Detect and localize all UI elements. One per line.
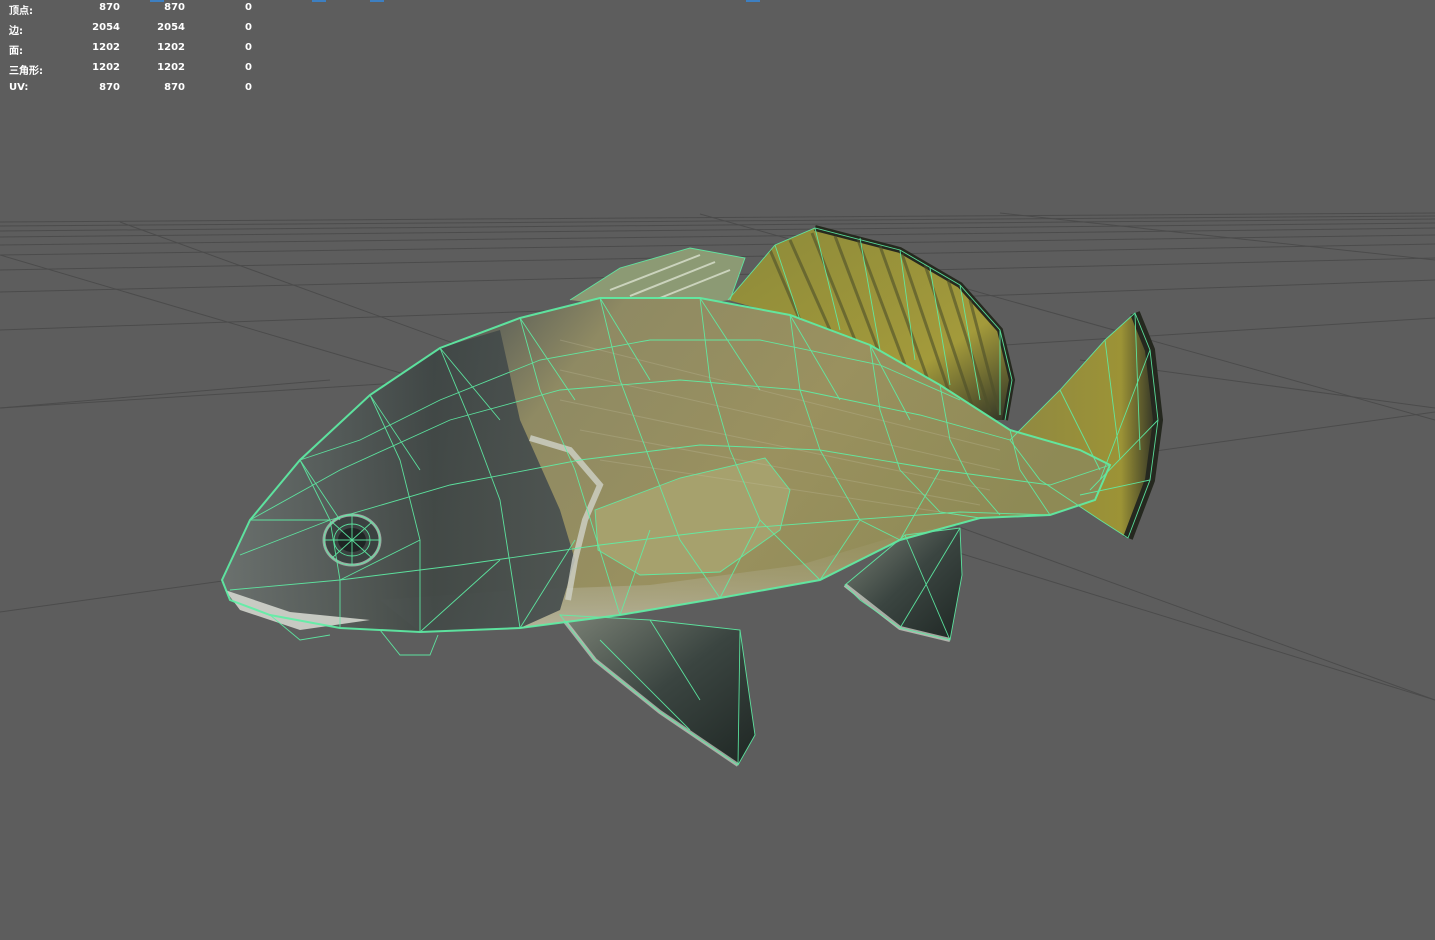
hud-row-uvs: UV: 870 870 0 (0, 80, 270, 100)
hud-row-edges: 边: 2054 2054 0 (0, 20, 270, 40)
hud-value: 870 (99, 2, 120, 13)
hud-value: 0 (245, 2, 252, 13)
hud-row-triangles: 三角形: 1202 1202 0 (0, 60, 270, 80)
poly-count-hud: 顶点: 870 870 0 边: 2054 2054 0 面: 1202 120… (0, 0, 270, 100)
hud-label: 三角形: (9, 66, 43, 77)
hud-value: 870 (164, 82, 185, 93)
scene-canvas[interactable] (0, 0, 1435, 940)
hud-row-vertices: 顶点: 870 870 0 (0, 0, 270, 20)
hud-value: 0 (245, 82, 252, 93)
hud-value: 1202 (157, 42, 185, 53)
hud-value: 1202 (157, 62, 185, 73)
hud-value: 0 (245, 22, 252, 33)
hud-value: 870 (164, 2, 185, 13)
hud-label: 面: (9, 46, 23, 57)
hud-row-faces: 面: 1202 1202 0 (0, 40, 270, 60)
pelvic-fin-left (558, 613, 755, 767)
3d-viewport[interactable]: 顶点: 870 870 0 边: 2054 2054 0 面: 1202 120… (0, 0, 1435, 940)
hud-value: 870 (99, 82, 120, 93)
hud-label: UV: (9, 82, 29, 93)
hud-label: 边: (9, 26, 23, 37)
hud-value: 1202 (92, 62, 120, 73)
hud-value: 2054 (157, 22, 185, 33)
hud-value: 2054 (92, 22, 120, 33)
hud-value: 1202 (92, 42, 120, 53)
hud-label: 顶点: (9, 6, 33, 17)
hud-value: 0 (245, 62, 252, 73)
hud-value: 0 (245, 42, 252, 53)
